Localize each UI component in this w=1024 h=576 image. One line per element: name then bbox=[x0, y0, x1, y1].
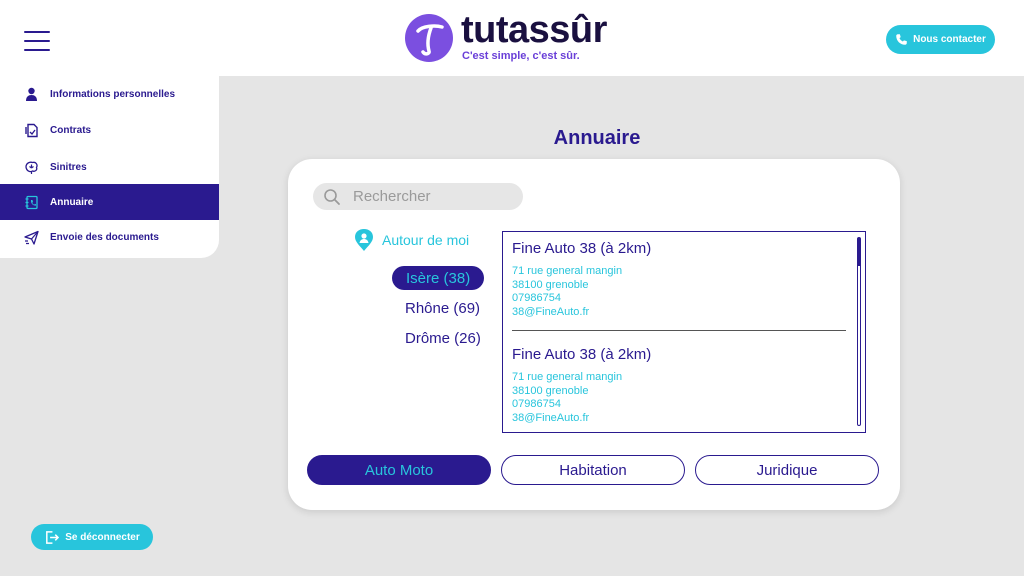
brand-name: tutassûr bbox=[461, 9, 607, 51]
sidebar-item-contrats[interactable]: Contrats bbox=[0, 112, 219, 148]
result-street: 71 rue general mangin bbox=[512, 265, 623, 277]
contact-label: Nous contacter bbox=[913, 34, 986, 45]
header: tutassûr C'est simple, c'est sûr. Nous c… bbox=[0, 0, 1024, 76]
logout-button[interactable]: Se déconnecter bbox=[31, 524, 153, 550]
result-phone[interactable]: 07986754 bbox=[512, 398, 846, 412]
department-drome[interactable]: Drôme (26) bbox=[405, 326, 481, 350]
logo[interactable]: tutassûr C'est simple, c'est sûr. bbox=[405, 9, 625, 65]
sidebar-item-label: Annuaire bbox=[50, 196, 94, 208]
search-bar bbox=[313, 183, 523, 210]
sidebar-item-envoie-documents[interactable]: Envoie des documents bbox=[0, 219, 219, 255]
result-name: Fine Auto 38 (à 2km) bbox=[512, 346, 652, 363]
logout-icon bbox=[46, 530, 60, 544]
result-email[interactable]: 38@FineAuto.fr bbox=[512, 306, 846, 320]
contact-button[interactable]: Nous contacter bbox=[886, 25, 995, 54]
send-icon bbox=[24, 230, 39, 245]
near-me-label: Autour de moi bbox=[382, 232, 470, 248]
phone-icon bbox=[896, 34, 907, 45]
sidebar-item-annuaire[interactable]: Annuaire bbox=[0, 184, 219, 220]
result-street: 71 rue general mangin bbox=[512, 371, 623, 383]
location-pin-icon bbox=[355, 229, 373, 251]
sidebar-item-sinitres[interactable]: Sinitres bbox=[0, 149, 219, 185]
page-title: Annuaire bbox=[553, 127, 641, 149]
sidebar: Informations personnelles Contrats Sinit… bbox=[0, 76, 219, 258]
logout-label: Se déconnecter bbox=[65, 531, 140, 543]
category-juridique-button[interactable]: Juridique bbox=[695, 455, 879, 485]
result-divider bbox=[512, 330, 846, 331]
sidebar-item-informations[interactable]: Informations personnelles bbox=[0, 76, 219, 112]
list-item[interactable]: Fine Auto 38 (à 2km) 71 rue general mang… bbox=[512, 346, 846, 425]
claim-icon bbox=[24, 160, 39, 175]
logo-mark-icon bbox=[405, 14, 453, 62]
department-rhone[interactable]: Rhône (69) bbox=[405, 296, 480, 320]
department-isere[interactable]: Isère (38) bbox=[392, 266, 485, 290]
directory-card: Autour de moi Isère (38) Rhône (69) Drôm… bbox=[288, 159, 900, 510]
category-habitation-button[interactable]: Habitation bbox=[501, 455, 685, 485]
search-input[interactable] bbox=[353, 186, 513, 207]
brand-tagline: C'est simple, c'est sûr. bbox=[462, 50, 580, 62]
result-email[interactable]: 38@FineAuto.fr bbox=[512, 412, 846, 426]
result-city: 38100 grenoble bbox=[512, 384, 589, 397]
directory-icon bbox=[24, 195, 39, 210]
result-name: Fine Auto 38 (à 2km) bbox=[512, 240, 652, 257]
user-icon bbox=[24, 87, 39, 102]
list-item[interactable]: Fine Auto 38 (à 2km) 71 rue general mang… bbox=[512, 240, 846, 319]
category-auto-moto-button[interactable]: Auto Moto bbox=[307, 455, 491, 485]
contract-icon bbox=[24, 123, 39, 138]
result-city: 38100 grenoble bbox=[512, 278, 589, 291]
sidebar-item-label: Sinitres bbox=[50, 161, 87, 173]
sidebar-item-label: Envoie des documents bbox=[50, 231, 159, 243]
near-me-button[interactable]: Autour de moi bbox=[354, 228, 469, 252]
result-phone[interactable]: 07986754 bbox=[512, 292, 846, 306]
sidebar-item-label: Contrats bbox=[50, 124, 92, 136]
scrollbar-thumb[interactable] bbox=[858, 238, 860, 266]
menu-icon[interactable] bbox=[24, 31, 50, 51]
results-scrollbar[interactable] bbox=[857, 237, 861, 426]
search-icon[interactable] bbox=[323, 188, 341, 206]
sidebar-item-label: Informations personnelles bbox=[50, 88, 176, 100]
results-list[interactable]: Fine Auto 38 (à 2km) 71 rue general mang… bbox=[502, 231, 866, 433]
